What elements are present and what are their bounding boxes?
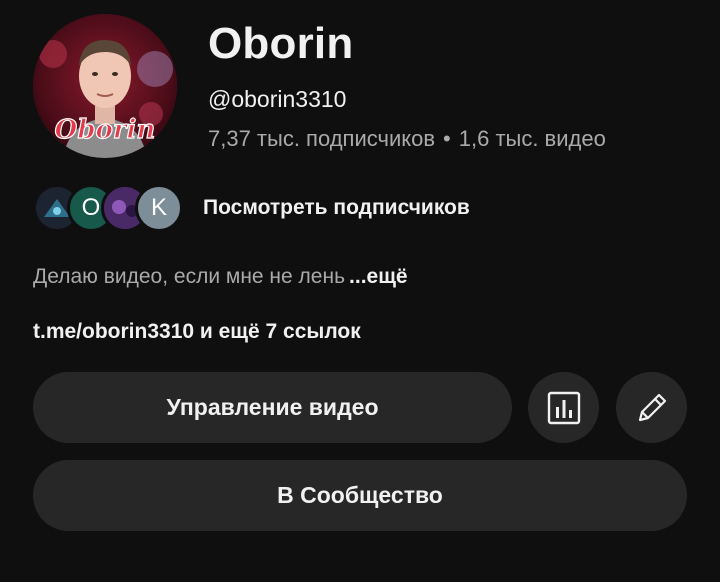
channel-avatar[interactable]: Oborin <box>33 14 177 158</box>
stats-separator: • <box>443 126 451 151</box>
avatar-logo: Oborin <box>55 115 156 145</box>
analytics-button[interactable] <box>528 372 599 443</box>
view-subscribers-row[interactable]: O K Посмотреть подписчиков <box>33 184 470 232</box>
video-count: 1,6 тыс. видео <box>458 126 606 151</box>
bar-chart-icon <box>547 391 580 424</box>
edit-channel-button[interactable] <box>616 372 687 443</box>
channel-handle: @oborin3310 <box>208 86 347 112</box>
channel-description[interactable]: Делаю видео, если мне не лень ...ещё <box>33 265 408 289</box>
channel-name: Oborin <box>208 19 354 68</box>
pencil-icon <box>638 393 666 421</box>
channel-links[interactable]: t.me/oborin3310 и ещё 7 ссылок <box>33 320 361 344</box>
description-more-link[interactable]: ...ещё <box>349 265 408 288</box>
avatar-image: Oborin <box>33 14 177 158</box>
view-subscribers-link[interactable]: Посмотреть подписчиков <box>203 196 470 220</box>
subscriber-count: 7,37 тыс. подписчиков <box>208 126 436 151</box>
manage-videos-button[interactable]: Управление видео <box>33 372 512 443</box>
subscriber-avatar: K <box>135 184 183 232</box>
description-text: Делаю видео, если мне не лень <box>33 265 346 288</box>
community-button[interactable]: В Сообщество <box>33 460 687 531</box>
channel-stats: 7,37 тыс. подписчиков • 1,6 тыс. видео <box>208 128 606 150</box>
